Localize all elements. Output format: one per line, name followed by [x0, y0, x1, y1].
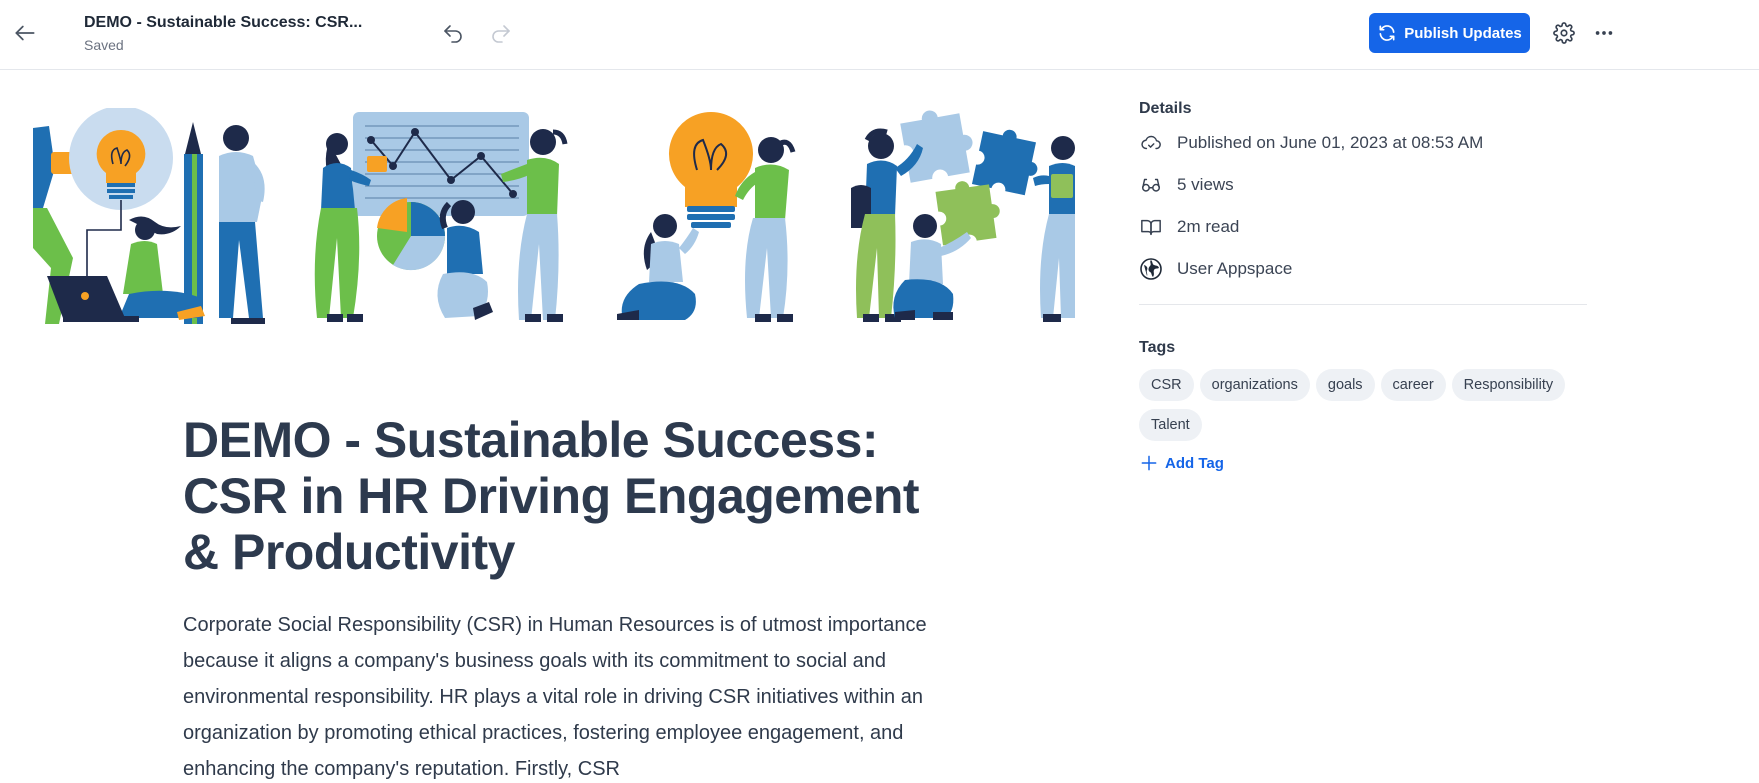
book-open-icon — [1139, 215, 1163, 239]
article-body[interactable]: Corporate Social Responsibility (CSR) in… — [183, 607, 933, 783]
read-time-row: 2m read — [1139, 206, 1587, 248]
publish-updates-button[interactable]: Publish Updates — [1369, 13, 1530, 53]
tag-chip[interactable]: Talent — [1139, 409, 1202, 441]
details-heading: Details — [1139, 100, 1192, 117]
details-list: Published on June 01, 2023 at 08:53 AM 5… — [1139, 122, 1587, 290]
refresh-icon — [1379, 25, 1395, 41]
details-panel: Details Published on June 01, 2023 at 08… — [1139, 100, 1587, 475]
back-button[interactable] — [10, 18, 40, 48]
add-tag-button[interactable]: Add Tag — [1139, 451, 1587, 475]
views-row: 5 views — [1139, 164, 1587, 206]
article-title[interactable]: DEMO - Sustainable Success: CSR in HR Dr… — [183, 412, 943, 580]
more-horizontal-icon — [1595, 31, 1613, 35]
top-bar: DEMO - Sustainable Success: CSR... Saved… — [0, 0, 1759, 70]
tag-chip[interactable]: goals — [1315, 369, 1375, 401]
redo-button[interactable] — [486, 19, 516, 49]
space-name[interactable]: User Appspace — [1177, 259, 1292, 279]
globe-icon — [1139, 257, 1163, 281]
cloud-icon — [1139, 131, 1163, 155]
add-tag-label: Add Tag — [1165, 454, 1224, 472]
redo-icon — [492, 25, 510, 43]
document-title: DEMO - Sustainable Success: CSR... — [84, 14, 363, 31]
tag-list: CSR organizations goals career Responsib… — [1139, 369, 1579, 441]
tag-chip[interactable]: career — [1380, 369, 1446, 401]
hero-illustration-graphic — [33, 108, 1075, 324]
divider — [1139, 304, 1587, 305]
undo-button[interactable] — [438, 19, 468, 49]
published-date: Published on June 01, 2023 at 08:53 AM — [1177, 133, 1484, 152]
gear-icon — [1553, 22, 1575, 44]
arrow-left-icon — [15, 25, 35, 41]
save-status: Saved — [84, 37, 124, 53]
tag-chip[interactable]: organizations — [1199, 369, 1310, 401]
settings-button[interactable] — [1550, 19, 1578, 47]
tag-chip[interactable]: Responsibility — [1451, 369, 1566, 401]
published-date-row: Published on June 01, 2023 at 08:53 AM — [1139, 122, 1587, 164]
glasses-icon — [1139, 173, 1163, 197]
hero-illustration — [33, 108, 1075, 344]
space-row: User Appspace — [1139, 248, 1587, 290]
plus-icon — [1141, 455, 1157, 471]
publish-label: Publish Updates — [1404, 24, 1522, 42]
read-time: 2m read — [1177, 217, 1240, 236]
views-count: 5 views — [1177, 175, 1234, 194]
tag-chip[interactable]: CSR — [1139, 369, 1194, 401]
undo-icon — [444, 25, 462, 43]
more-options-button[interactable] — [1590, 19, 1618, 47]
tags-heading: Tags — [1139, 339, 1176, 356]
